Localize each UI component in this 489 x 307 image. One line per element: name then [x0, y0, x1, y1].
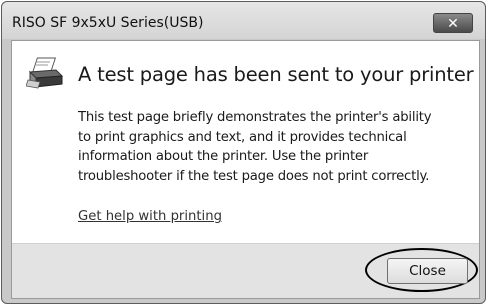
dialog-client-area: A test page has been sent to your printe…	[11, 40, 480, 299]
title-bar[interactable]: RISO SF 9x5xU Series(USB) ✕	[2, 2, 485, 39]
message-body-line: This test page briefly demonstrates the …	[78, 110, 432, 125]
message-body-line: troubleshooter if the test page does not…	[78, 168, 430, 184]
printer-icon	[26, 57, 64, 89]
print-test-dialog: RISO SF 9x5xU Series(USB) ✕ A test page …	[1, 1, 486, 304]
message-body: This test page briefly demonstrates the …	[78, 108, 478, 186]
dialog-footer: Close	[12, 243, 479, 298]
window-title: RISO SF 9x5xU Series(USB)	[12, 15, 204, 31]
message-area: A test page has been sent to your printe…	[12, 41, 479, 243]
message-body-line: to print graphics and text, and it provi…	[78, 129, 407, 145]
message-body-line: information about the printer. Use the p…	[78, 149, 369, 164]
window-close-button[interactable]: ✕	[433, 13, 473, 33]
message-heading: A test page has been sent to your printe…	[78, 63, 474, 86]
close-button[interactable]: Close	[387, 258, 468, 284]
help-link[interactable]: Get help with printing	[78, 209, 222, 224]
